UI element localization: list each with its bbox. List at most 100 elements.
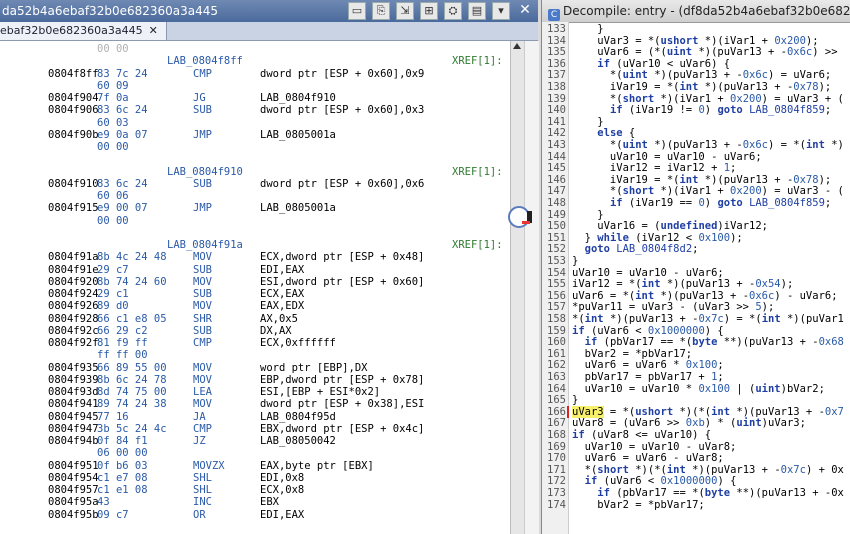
line-number: 151 — [547, 231, 566, 244]
tab-close-icon[interactable]: ✕ — [149, 24, 158, 37]
instruction-operands: LAB_0804f910 — [260, 92, 336, 104]
instruction-bytes: c1 e1 08 — [97, 484, 148, 496]
instruction-bytes: 7f 0a — [97, 92, 129, 104]
options-icon[interactable]: ▤ — [468, 2, 486, 20]
code-line[interactable]: *(short *)(iVar1 + 0x200) = uVar3 + ( — [572, 93, 844, 105]
listing-view[interactable]: 00 00 LAB_0804f8ff XREF[1]: 0804f8ff 83 7c 2… — [0, 41, 508, 534]
code-line[interactable]: bVar2 = *pbVar17; — [572, 348, 692, 360]
code-line[interactable]: *(int *)(puVar13 + -0x7c) = *(int *)(puV… — [572, 313, 844, 325]
code-line[interactable]: uVar8 = (uVar6 >> 0xb) * (uint)uVar3; — [572, 417, 806, 429]
code-line[interactable]: uVar10 = uVar10 * 0x100 | (uint)bVar2; — [572, 383, 825, 395]
edit-fields-icon[interactable]: ⊞ — [420, 2, 438, 20]
decompile-code-view[interactable]: 133 134 135 136 137 138 139 140 141 142 143 144 145 1… — [542, 22, 850, 534]
code-line[interactable]: uVar16 = (undefined)iVar12; — [572, 220, 768, 232]
code-line[interactable]: *(uint *)(puVar13 + -0x6c) = uVar6; — [572, 69, 831, 81]
instruction-operands: EAX,byte ptr [EBX] — [260, 459, 374, 472]
instruction-bytes: 66 c1 e8 05 — [97, 312, 167, 325]
code-line[interactable]: uVar3 = *(ushort *)(*(int *)(puVar13 + -… — [572, 405, 844, 418]
line-number: 139 — [547, 92, 566, 105]
code-line[interactable]: uVar6 = *(int *)(puVar13 + -0x6c) - uVar… — [572, 290, 838, 302]
code-line[interactable]: if (uVar6 < 0x1000000) { — [572, 325, 724, 337]
instruction-operands: dword ptr [ESP + 0x60],0x3 — [260, 104, 425, 117]
code-line[interactable]: *(uint *)(puVar13 + -0x6c) = *(int *) — [572, 139, 844, 151]
instruction-address: 0804f94b — [48, 435, 99, 447]
instruction-operands: word ptr [EBP],DX — [260, 361, 368, 374]
instruction-mnemonic: CMP — [193, 337, 212, 349]
instruction-mnemonic: SUB — [193, 104, 212, 117]
code-line[interactable]: uVar6 = uVar6 * 0x100; — [572, 359, 724, 371]
line-number: 160 — [547, 336, 566, 349]
code-line[interactable]: } — [572, 209, 603, 221]
instruction-mnemonic: SHR — [193, 312, 212, 325]
dropdown-icon[interactable]: ▾ — [492, 2, 510, 20]
code-line[interactable]: if (iVar19 == 0) goto LAB_0804f859; — [572, 197, 831, 209]
line-number: 161 — [547, 347, 566, 360]
code-line[interactable]: *(short *)(*(int *)(puVar13 + -0x7c) + 0… — [572, 464, 844, 476]
scroll-up-icon[interactable] — [513, 43, 521, 49]
instruction-address: 0804f92f — [48, 337, 99, 349]
code-line[interactable]: } — [572, 255, 578, 267]
snapshot-icon[interactable]: ⛭ — [444, 2, 462, 20]
instruction-operands: EDI,0x8 — [260, 471, 305, 484]
instruction-bytes: e9 0a 07 — [97, 128, 148, 141]
code-line[interactable]: } — [572, 116, 603, 128]
line-number-gutter: 133 134 135 136 137 138 139 140 141 142 143 144 145 1… — [542, 22, 569, 534]
line-number: 143 — [547, 139, 566, 151]
code-line[interactable]: pbVar17 = pbVar17 + 1; — [572, 371, 724, 383]
code-line[interactable]: if (iVar19 != 0) goto LAB_0804f859; — [572, 104, 831, 116]
line-number: 153 — [547, 255, 566, 267]
instruction-address: 0804f906 — [48, 104, 99, 117]
instruction-operands: DX,AX — [260, 324, 292, 337]
line-number: 169 — [547, 440, 566, 453]
code-line[interactable]: uVar3 = *(ushort *)(iVar1 + 0x200); — [572, 35, 818, 47]
code-label: LAB_0804f91a — [167, 239, 243, 251]
code-line[interactable]: uVar10 = uVar10 - uVar6; — [572, 267, 724, 279]
code-line[interactable]: } — [572, 394, 578, 406]
code-line[interactable]: uVar10 = uVar10 - uVar8; — [572, 441, 737, 453]
instruction-address: 0804f93d — [48, 386, 99, 398]
code-line[interactable]: uVar6 = (*(uint *)(puVar13 + -0x6c) >> — [572, 46, 837, 58]
instruction-address: 0804f8ff — [48, 67, 99, 80]
instruction-bytes: 00 00 — [97, 43, 129, 55]
instruction-address: 0804f939 — [48, 373, 99, 386]
code-line[interactable]: *(short *)(iVar1 + 0x200) = uVar3 - ( — [572, 185, 844, 197]
code-line[interactable]: *puVar11 = uVar3 - (uVar3 >> 5); — [572, 301, 774, 313]
code-line[interactable]: uVar6 = uVar6 - uVar8; — [572, 452, 724, 464]
code-line[interactable]: bVar2 = *pbVar17; — [572, 499, 704, 511]
instruction-address: 0804f91a — [48, 251, 99, 264]
instruction-bytes: 0f b6 03 — [97, 459, 148, 472]
code-line[interactable]: if (uVar10 < uVar6) { — [572, 58, 730, 70]
code-line[interactable]: uVar10 = uVar10 - uVar6; — [572, 151, 762, 163]
copy-icon[interactable]: ▭ — [348, 2, 366, 20]
code-line[interactable]: iVar19 = *(int *)(puVar13 + -0x78); — [572, 81, 831, 93]
line-number: 144 — [547, 150, 566, 163]
code-line[interactable]: iVar12 = *(int *)(puVar13 + -0x54); — [572, 278, 793, 290]
code-line[interactable]: if (uVar6 < 0x1000000) { — [572, 475, 737, 487]
xref-link: XREF[1]: — [452, 55, 503, 68]
line-number: 134 — [547, 34, 566, 47]
code-line[interactable]: else { — [572, 127, 635, 139]
code-line[interactable]: } while (iVar12 < 0x100); — [572, 232, 743, 244]
code-line[interactable]: } — [572, 23, 603, 35]
instruction-mnemonic: SUB — [193, 177, 212, 190]
instruction-operands: EBP,dword ptr [ESP + 0x78] — [260, 373, 425, 386]
close-icon[interactable]: ✕ — [516, 2, 534, 20]
instruction-operands: EDI,EAX — [260, 263, 305, 276]
line-number: 141 — [547, 115, 566, 128]
listing-scrollbar[interactable] — [510, 41, 524, 534]
paste-icon[interactable]: ⎘ — [372, 2, 390, 20]
line-number: 142 — [547, 127, 566, 140]
instruction-operands: dword ptr [ESP + 0x60],0x6 — [260, 177, 425, 190]
code-line[interactable]: if (pbVar17 == *(byte **)(puVar13 + -0x6… — [572, 336, 844, 348]
instruction-address: 0804f941 — [48, 398, 99, 411]
cursor-icon[interactable]: ⇲ — [396, 2, 414, 20]
line-number: 149 — [547, 208, 566, 221]
instruction-bytes: 83 6c 24 — [97, 104, 148, 117]
tab-listing[interactable]: ebaf32b0e682360a3a445 ✕ — [0, 22, 167, 40]
code-line[interactable]: if (uVar8 <= uVar10) { — [572, 429, 711, 441]
code-line[interactable]: goto LAB_0804f8d2; — [572, 243, 699, 255]
code-line[interactable]: iVar12 = iVar12 + 1; — [572, 162, 736, 174]
code-line[interactable]: iVar19 = *(int *)(puVar13 + -0x78); — [572, 174, 831, 186]
instruction-bytes: 89 d0 — [97, 300, 129, 313]
code-line[interactable]: if (pbVar17 == *(byte **)(puVar13 + -0x — [572, 487, 844, 499]
